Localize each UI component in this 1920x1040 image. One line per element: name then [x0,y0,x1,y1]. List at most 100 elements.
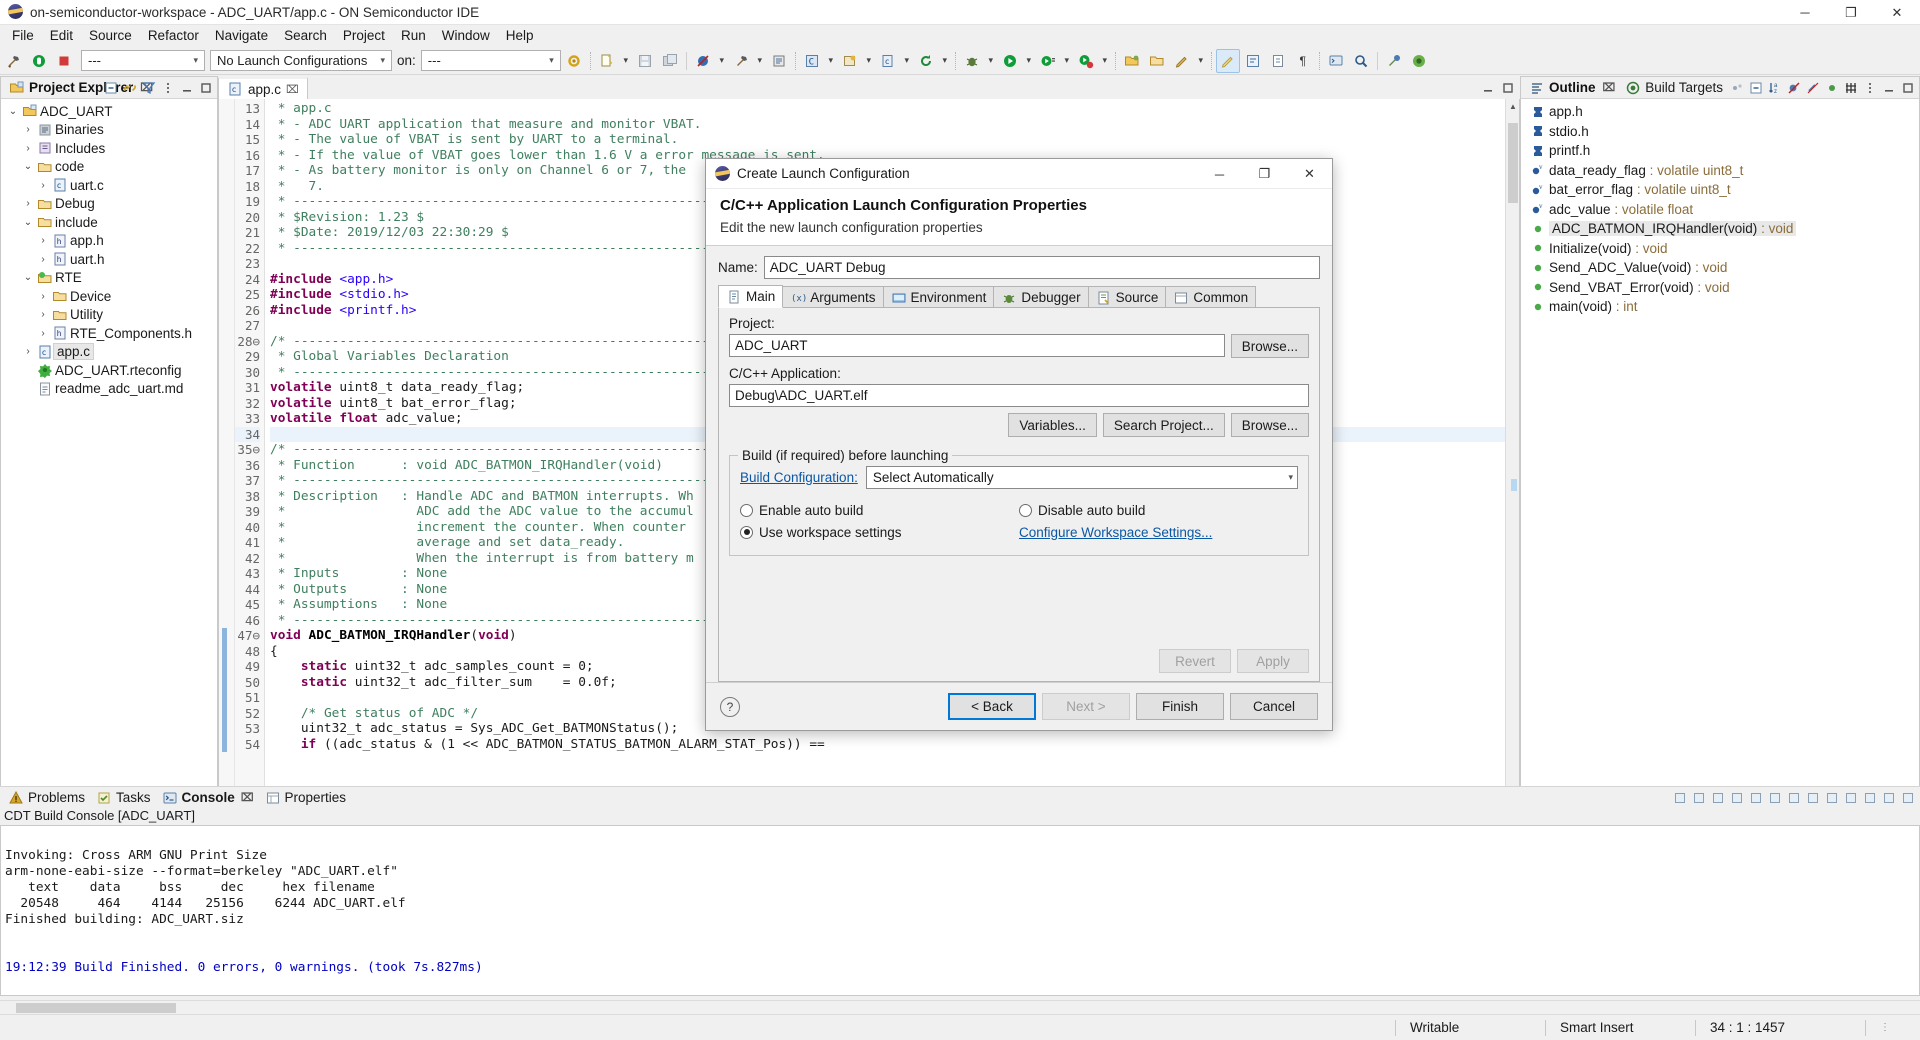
tree-item-app-h[interactable]: › h app.h [1,232,217,251]
revert-button[interactable]: Revert [1159,649,1231,673]
outline-item-data-ready-flag[interactable]: v data_ready_flag : volatile uint8_t [1521,161,1919,181]
word-wrap-icon[interactable] [1767,790,1783,806]
tree-item-adc-uart[interactable]: ⌄ ADC_UART [1,102,217,121]
minimize-icon[interactable] [1480,80,1496,96]
scroll-thumb[interactable] [1508,123,1518,203]
new-wizard-icon[interactable] [595,49,619,73]
run-with-error-icon[interactable] [1074,49,1098,73]
outline-item-adc-value[interactable]: v adc_value : volatile float [1521,200,1919,220]
variables-button[interactable]: Variables... [1008,413,1097,437]
menu-navigate[interactable]: Navigate [207,25,276,47]
tree-item-binaries[interactable]: › Binaries [1,121,217,140]
maximize-icon[interactable] [1500,80,1516,96]
hide-nonpublic-icon[interactable] [1824,80,1840,96]
chevron-down-icon[interactable]: ▾ [754,49,766,73]
tree-item-adc-uart-rteconfig[interactable]: ADC_UART.rteconfig [1,361,217,380]
build-all-icon[interactable] [767,49,791,73]
maximize-icon[interactable] [1900,790,1916,806]
outline-item-adc-batmon-irqhandler-void[interactable]: ADC_BATMON_IRQHandler(void) : void [1521,219,1919,239]
perspective-icon[interactable] [1382,49,1406,73]
tree-item-device[interactable]: › Device [1,287,217,306]
launch-settings-gear-icon[interactable] [562,49,586,73]
chevron-down-icon[interactable]: ⌄ [20,217,36,228]
collapse-all-icon[interactable] [103,80,119,96]
scroll-thumb[interactable] [16,1003,176,1013]
remove-all-icon[interactable] [1710,790,1726,806]
minimize-icon[interactable] [1881,790,1897,806]
tab-properties[interactable]: Properties [261,788,354,808]
outline-item-printf-h[interactable]: printf.h [1521,141,1919,161]
menu-run[interactable]: Run [393,25,434,47]
dialog-tab-arguments[interactable]: (x)= Arguments [782,286,884,308]
minimize-icon[interactable] [179,80,195,96]
close-icon[interactable]: ⌧ [286,83,299,96]
build-configuration-link[interactable]: Build Configuration: [740,470,858,485]
toggle-block-selection-icon[interactable] [1241,49,1265,73]
open-console-icon[interactable] [1324,49,1348,73]
dialog-tab-common[interactable]: Common [1165,286,1257,308]
window-close-button[interactable]: ✕ [1874,0,1920,25]
apply-button[interactable]: Apply [1237,649,1309,673]
tree-item-include[interactable]: ⌄ include [1,213,217,232]
dialog-tab-environment[interactable]: Environment [882,286,995,308]
clear-console-icon[interactable] [1729,790,1745,806]
target-combo[interactable]: --- ▾ [420,50,561,71]
chevron-right-icon[interactable]: › [20,346,36,357]
on-semiconductor-icon[interactable] [1407,49,1431,73]
outline-item-bat-error-flag[interactable]: v bat_error_flag : volatile uint8_t [1521,180,1919,200]
link-icon[interactable] [1843,80,1859,96]
skip-breakpoints-icon[interactable] [691,49,715,73]
chevron-right-icon[interactable]: › [35,309,51,320]
tree-item-rte[interactable]: ⌄ RTE [1,269,217,288]
project-input[interactable]: ADC_UART [729,334,1225,357]
name-input[interactable]: ADC_UART Debug [763,256,1320,279]
chevron-right-icon[interactable]: › [35,180,51,191]
launch-config-combo[interactable]: No Launch Configurations ▾ [210,50,392,71]
tab-build-targets[interactable]: Build Targets [1621,78,1729,98]
outline-item-initialize-void[interactable]: Initialize(void) : void [1521,239,1919,259]
menu-file[interactable]: File [4,25,42,47]
open-folder-icon[interactable] [1120,49,1144,73]
new-console-view-icon[interactable] [1843,790,1859,806]
view-menu-icon[interactable] [1862,790,1878,806]
pin-console-icon[interactable] [1786,790,1802,806]
run-last-tool-icon[interactable] [1036,49,1060,73]
menu-refactor[interactable]: Refactor [140,25,207,47]
tree-item-rte-components-h[interactable]: › h RTE_Components.h [1,324,217,343]
scroll-up-icon[interactable]: ▲ [1506,99,1519,113]
chevron-down-icon[interactable]: ▾ [1023,49,1035,73]
close-icon[interactable]: ⌧ [241,791,254,804]
tree-item-debug[interactable]: › Debug [1,195,217,214]
chevron-down-icon[interactable]: ⌄ [5,106,21,117]
chevron-down-icon[interactable]: ▾ [985,49,997,73]
chevron-down-icon[interactable]: ⌄ [20,272,36,283]
dialog-maximize-button[interactable]: ❐ [1242,159,1287,189]
maximize-icon[interactable] [1900,80,1916,96]
tab-tasks[interactable]: Tasks [92,788,158,808]
highlight-tool-icon[interactable] [1215,48,1240,73]
outline-item-send-vbat-error-void[interactable]: Send_VBAT_Error(void) : void [1521,278,1919,298]
dialog-tab-main[interactable]: Main [718,285,784,308]
application-input[interactable]: Debug\ADC_UART.elf [729,384,1309,407]
search-project-button[interactable]: Search Project... [1102,413,1225,437]
chevron-right-icon[interactable]: › [35,254,51,265]
pencil-icon[interactable] [1170,49,1194,73]
view-menu-icon[interactable] [160,80,176,96]
view-filter-icon[interactable] [141,80,157,96]
console-output[interactable]: Invoking: Cross ARM GNU Print Size arm-no… [0,825,1920,996]
help-icon[interactable]: ? [720,696,740,717]
back-button[interactable]: < Back [948,693,1036,720]
minimize-icon[interactable] [1881,80,1897,96]
open-folder-2-icon[interactable] [1145,49,1169,73]
pilcrow-icon[interactable]: ¶ [1291,49,1315,73]
tab-problems[interactable]: Problems [4,788,92,808]
debug-icon[interactable] [960,49,984,73]
show-whitespace-icon[interactable] [1266,49,1290,73]
new-c-file-icon[interactable]: c [876,49,900,73]
tree-item-uart-c[interactable]: › c uart.c [1,176,217,195]
configure-workspace-settings-link[interactable]: Configure Workspace Settings... [1019,525,1212,540]
window-minimize-button[interactable]: ─ [1782,0,1828,25]
chevron-right-icon[interactable]: › [20,198,36,209]
search-icon[interactable] [1349,49,1373,73]
outline-item-stdio-h[interactable]: stdio.h [1521,122,1919,142]
